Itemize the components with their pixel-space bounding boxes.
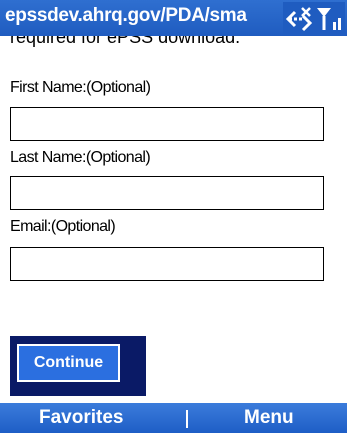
first-name-label: First Name:(Optional) [10, 79, 151, 96]
softkey-bar: Favorites Menu [0, 403, 347, 433]
form-content[interactable]: required for ePSS download. First Name:(… [0, 36, 347, 403]
first-name-input[interactable] [10, 107, 324, 141]
connectivity-icon [285, 7, 313, 32]
email-input[interactable] [10, 247, 324, 281]
signal-strength-icon [317, 8, 341, 30]
title-bar: epssdev.ahrq.gov/PDA/sma [0, 0, 347, 36]
continue-button[interactable]: Continue [17, 344, 120, 382]
download-note-text: required for ePSS download. [10, 36, 241, 47]
last-name-input[interactable] [10, 176, 324, 210]
menu-softkey[interactable]: Menu [244, 407, 294, 429]
favorites-softkey[interactable]: Favorites [39, 407, 123, 429]
email-label: Email:(Optional) [10, 218, 116, 235]
softkey-divider [186, 410, 188, 428]
last-name-label: Last Name:(Optional) [10, 149, 151, 166]
page-url: epssdev.ahrq.gov/PDA/sma [5, 5, 247, 26]
status-icons [283, 2, 345, 34]
